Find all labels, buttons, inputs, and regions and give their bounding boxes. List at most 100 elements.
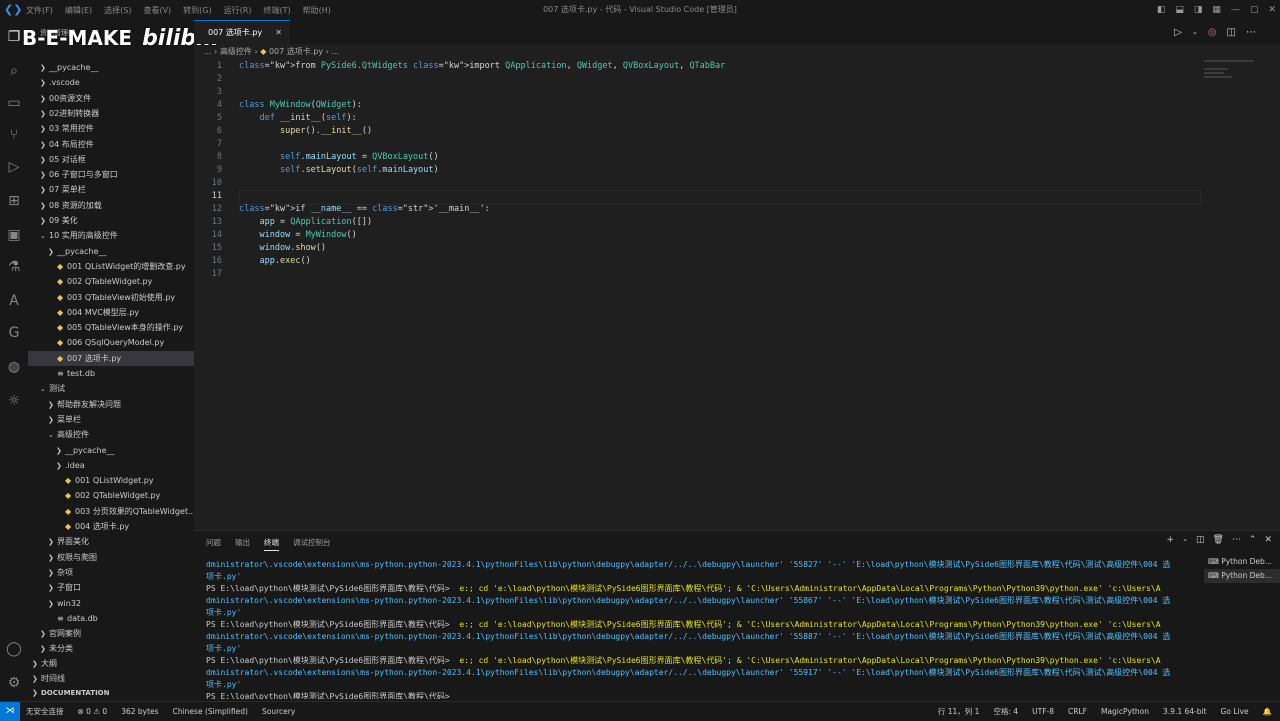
section-timeline[interactable]: ❯ 时间线 xyxy=(28,671,194,686)
tree-folder[interactable]: ❯ 00资源文件 xyxy=(28,91,194,106)
settings-gear-icon[interactable]: ⚙ xyxy=(5,674,23,692)
status-interpreter[interactable]: 3.9.1 64-bit xyxy=(1163,707,1207,716)
terminal-dropdown-icon[interactable]: ⌄ xyxy=(1182,535,1188,545)
status-eol[interactable]: CRLF xyxy=(1068,707,1087,716)
tree-folder[interactable]: ⌄ 高级控件 xyxy=(28,427,194,442)
tab-output[interactable]: 输出 xyxy=(235,537,250,551)
tree-folder[interactable]: ❯ 03 常用控件 xyxy=(28,121,194,136)
menu-view[interactable]: 查看(V) xyxy=(143,5,171,16)
code-line[interactable]: 14 window = MyWindow() xyxy=(194,229,1194,242)
menu-help[interactable]: 帮助(H) xyxy=(303,5,331,16)
tree-folder[interactable]: ❯ .vscode xyxy=(28,75,194,90)
run-dropdown-icon[interactable]: ⌄ xyxy=(1192,28,1198,36)
tree-folder[interactable]: ❯ 帮助群友解决问题 xyxy=(28,397,194,412)
code-line[interactable]: 10 xyxy=(194,177,1194,190)
code-line[interactable]: 9 self.setLayout(self.mainLayout) xyxy=(194,164,1194,177)
kill-terminal-icon[interactable]: 🗑 xyxy=(1212,535,1223,545)
tree-file[interactable]: ◆ 002 QTableWidget.py xyxy=(28,488,194,503)
explorer-icon[interactable]: ❐ xyxy=(5,28,23,46)
close-panel-icon[interactable]: ✕ xyxy=(1264,535,1272,545)
menu-go[interactable]: 转到(G) xyxy=(183,5,211,16)
tab-terminal[interactable]: 终端 xyxy=(264,537,279,551)
tree-file[interactable]: ◆ 002 QTableWidget.py xyxy=(28,274,194,289)
new-terminal-icon[interactable]: + xyxy=(1167,535,1175,545)
shield-icon[interactable]: ◍ xyxy=(5,358,23,376)
tree-folder[interactable]: ❯ 子窗口 xyxy=(28,580,194,595)
terminal-instance[interactable]: ⌨ Python Deb... xyxy=(1204,555,1280,569)
status-connection[interactable]: 无安全连接 xyxy=(26,706,64,717)
status-language-pack[interactable]: Chinese (Simplified) xyxy=(173,707,248,716)
tree-file[interactable]: ≡ test.db xyxy=(28,366,194,381)
minimap[interactable] xyxy=(1204,60,1264,100)
close-tab-icon[interactable]: ✕ xyxy=(275,21,282,45)
menu-selection[interactable]: 选择(S) xyxy=(104,5,131,16)
tree-folder[interactable]: ❯ 07 菜单栏 xyxy=(28,182,194,197)
remote-explorer-icon[interactable]: ▣ xyxy=(5,226,23,244)
tree-file[interactable]: ◆ 007 选项卡.py xyxy=(28,350,194,366)
tree-file[interactable]: ◆ 001 QListWidget.py xyxy=(28,473,194,488)
code-line[interactable]: 13 app = QApplication([]) xyxy=(194,216,1194,229)
more-actions-icon[interactable]: ⋯ xyxy=(1232,535,1241,545)
tree-file[interactable]: ◆ 004 选项卡.py xyxy=(28,519,194,534)
tree-folder[interactable]: ❯ 06 子窗口与多窗口 xyxy=(28,167,194,182)
tree-folder[interactable]: ❯ __pycache__ xyxy=(28,443,194,458)
status-go-live[interactable]: Go Live xyxy=(1221,707,1249,716)
maximize-panel-icon[interactable]: ⌃ xyxy=(1249,535,1257,545)
tree-folder[interactable]: ❯ 界面美化 xyxy=(28,534,194,549)
tree-folder[interactable]: ❯ 02进制转换器 xyxy=(28,106,194,121)
tree-file[interactable]: ◆ 006 QSqlQueryModel.py xyxy=(28,335,194,350)
code-line[interactable]: 8 self.mainLayout = QVBoxLayout() xyxy=(194,151,1194,164)
code-line[interactable]: 6 super().__init__() xyxy=(194,125,1194,138)
folder-icon[interactable]: ▭ xyxy=(5,94,23,112)
tree-folder[interactable]: ❯ 09 美化 xyxy=(28,213,194,228)
status-language-mode[interactable]: MagicPython xyxy=(1101,707,1149,716)
maximize-icon[interactable]: ▢ xyxy=(1250,5,1259,15)
section-documentation[interactable]: ❯ DOCUMENTATION xyxy=(28,686,194,701)
remote-indicator-icon[interactable]: ⋊ xyxy=(0,702,20,721)
toggle-secondary-sidebar-icon[interactable]: ◨ xyxy=(1194,5,1203,15)
extensions-icon[interactable]: ⊞ xyxy=(5,192,23,210)
search-icon[interactable]: ⌕ xyxy=(5,62,23,80)
minimize-icon[interactable]: — xyxy=(1231,5,1240,15)
breadcrumb-item[interactable]: ... xyxy=(204,47,212,56)
tree-folder[interactable]: ❯ 菜单栏 xyxy=(28,412,194,427)
code-line[interactable]: 11 xyxy=(194,190,1194,203)
editor-scrollbar[interactable] xyxy=(1270,60,1280,530)
terminal-output[interactable]: dministrator\.vscode\extensions\ms-pytho… xyxy=(206,559,1196,699)
menu-file[interactable]: 文件(F) xyxy=(26,5,53,16)
tree-folder[interactable]: ⌄ 测试 xyxy=(28,381,194,396)
code-editor[interactable]: 1 class="kw">from PySide6.QtWidgets class… xyxy=(194,60,1280,530)
status-encoding[interactable]: UTF-8 xyxy=(1032,707,1054,716)
menu-edit[interactable]: 编辑(E) xyxy=(65,5,92,16)
toggle-panel-icon[interactable]: ⬓ xyxy=(1175,5,1184,15)
tree-folder[interactable]: ❯ 官网案例 xyxy=(28,626,194,641)
run-debug-icon[interactable]: ▷ xyxy=(5,158,23,176)
run-python-file-icon[interactable]: ▷ xyxy=(1174,27,1182,38)
source-control-icon[interactable]: ⑂ xyxy=(5,126,23,144)
code-line[interactable]: 4 class MyWindow(QWidget): xyxy=(194,99,1194,112)
code-line[interactable]: 7 xyxy=(194,138,1194,151)
breadcrumb-item[interactable]: 高级控件 xyxy=(220,47,252,56)
tree-file[interactable]: ◆ 001 QListWidget的增删改查.py xyxy=(28,259,194,274)
menu-terminal[interactable]: 终端(T) xyxy=(263,5,290,16)
tree-folder[interactable]: ❯ 未分类 xyxy=(28,641,194,656)
tree-file[interactable]: ◆ 004 MVC模型层.py xyxy=(28,305,194,320)
terminal-instance[interactable]: ⌨ Python Deb... xyxy=(1204,569,1280,583)
tree-folder[interactable]: ❯ .idea xyxy=(28,458,194,473)
tree-folder[interactable]: ❯ 杂项 xyxy=(28,565,194,580)
tree-folder[interactable]: ⌄ 10 实用的高级控件 xyxy=(28,228,194,243)
code-line[interactable]: 12 class="kw">if __name__ == class="str">… xyxy=(194,203,1194,216)
status-indentation[interactable]: 空格: 4 xyxy=(993,706,1018,717)
split-editor-icon[interactable]: ◫ xyxy=(1227,27,1236,38)
status-sourcery[interactable]: Sourcery xyxy=(262,707,295,716)
tree-folder[interactable]: ❯ win32 xyxy=(28,596,194,611)
status-problems[interactable]: ⊗ 0 ⚠ 0 xyxy=(78,707,108,716)
code-line[interactable]: 5 def __init__(self): xyxy=(194,112,1194,125)
extension-g-icon[interactable]: G xyxy=(5,324,23,342)
code-line[interactable]: 17 xyxy=(194,268,1194,281)
tree-file[interactable]: ◆ 005 QTableView本身的操作.py xyxy=(28,320,194,335)
tree-file[interactable]: ◆ 003 QTableView初始使用.py xyxy=(28,290,194,305)
breadcrumb-item[interactable]: ... xyxy=(331,47,339,56)
close-window-icon[interactable]: ✕ xyxy=(1268,5,1276,15)
tab-problems[interactable]: 问题 xyxy=(206,537,221,551)
